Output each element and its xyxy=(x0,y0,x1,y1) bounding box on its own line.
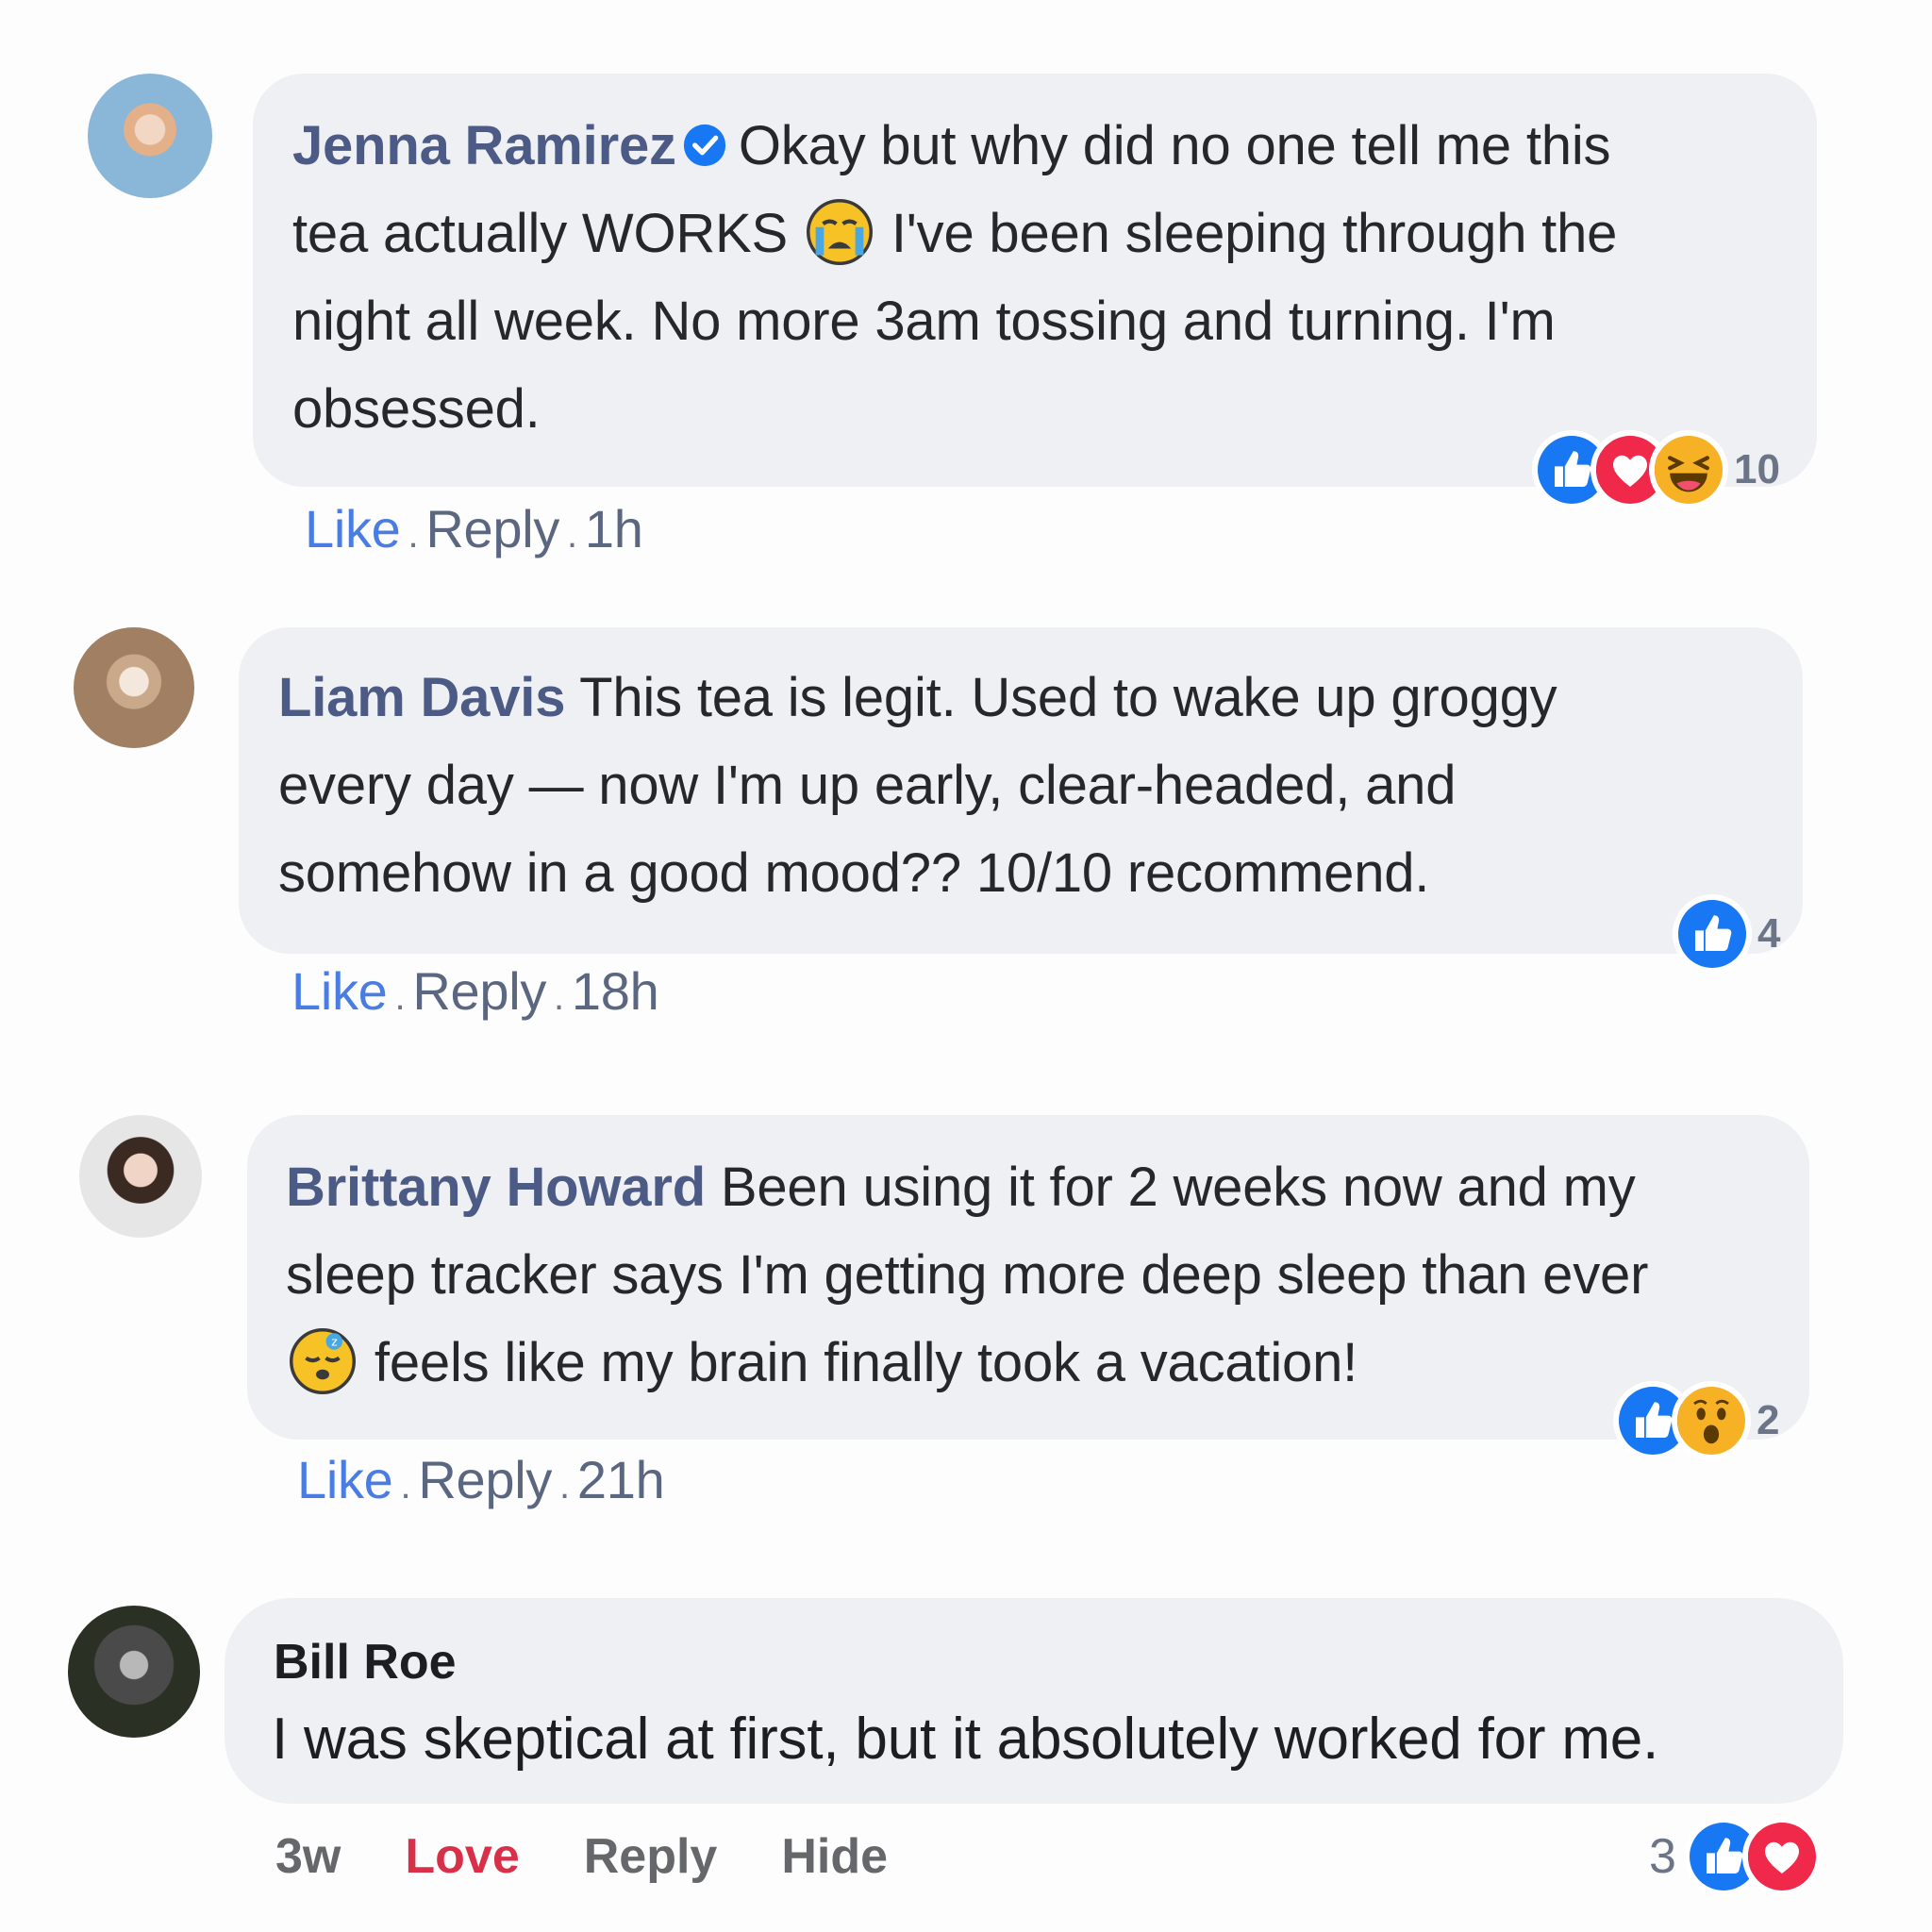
comment-actions: 3w Love Reply Hide xyxy=(275,1828,952,1885)
like-icon xyxy=(1673,894,1752,974)
separator: . xyxy=(559,1465,570,1507)
like-button[interactable]: Like xyxy=(291,961,388,1021)
love-icon xyxy=(1741,1817,1822,1896)
comment-actions: Like. Reply. 21h xyxy=(297,1449,665,1510)
avatar[interactable] xyxy=(88,74,212,198)
wow-icon xyxy=(1672,1381,1751,1460)
timestamp[interactable]: 3w xyxy=(275,1829,341,1884)
love-button[interactable]: Love xyxy=(405,1829,519,1884)
reply-button[interactable]: Reply xyxy=(425,499,559,558)
separator: . xyxy=(408,514,419,556)
reaction-count: 4 xyxy=(1757,910,1781,957)
reaction-summary[interactable]: 4 xyxy=(1673,894,1780,974)
avatar[interactable] xyxy=(79,1115,202,1238)
comment-text-line: night all week. No more 3am tossing and … xyxy=(292,291,1556,352)
verified-badge-icon xyxy=(680,108,729,157)
like-button[interactable]: Like xyxy=(305,499,401,558)
sleeping-face-icon xyxy=(290,1328,356,1394)
separator: . xyxy=(554,976,564,1018)
comment-actions: Like. Reply. 1h xyxy=(305,498,643,559)
reply-button[interactable]: Reply xyxy=(584,1829,718,1884)
comment-actions: Like. Reply. 18h xyxy=(291,960,659,1022)
separator: . xyxy=(400,1465,411,1507)
comment-text: I was skeptical at first, but it absolut… xyxy=(272,1707,1659,1772)
comment-text-line: somehow in a good mood?? 10/10 recommend… xyxy=(278,842,1430,904)
timestamp[interactable]: 1h xyxy=(585,499,643,558)
crying-face-icon xyxy=(807,199,873,265)
reaction-count: 10 xyxy=(1734,446,1780,492)
like-button[interactable]: Like xyxy=(297,1450,393,1509)
reaction-summary[interactable]: 2 xyxy=(1613,1381,1779,1460)
timestamp[interactable]: 21h xyxy=(577,1450,665,1509)
avatar[interactable] xyxy=(68,1606,200,1738)
comment-text-line: This tea is legit. Used to wake up grogg… xyxy=(579,667,1557,728)
comment-text-line: every day — now I'm up early, clear-head… xyxy=(278,755,1457,816)
reply-button[interactable]: Reply xyxy=(412,961,546,1021)
avatar[interactable] xyxy=(74,627,194,748)
reaction-summary[interactable]: 10 xyxy=(1532,430,1780,509)
author-name[interactable]: Bill Roe xyxy=(274,1634,457,1690)
reply-button[interactable]: Reply xyxy=(418,1450,552,1509)
author-name[interactable]: Liam Davis xyxy=(278,667,565,728)
reaction-count: 3 xyxy=(1649,1829,1676,1884)
comment-body: Brittany Howard Been using it for 2 week… xyxy=(286,1143,1795,1407)
comment-text-line: Been using it for 2 weeks now and my xyxy=(720,1157,1636,1218)
laughing-icon xyxy=(1649,430,1728,509)
author-name[interactable]: Brittany Howard xyxy=(286,1157,706,1218)
separator: . xyxy=(394,976,406,1018)
timestamp[interactable]: 18h xyxy=(572,961,659,1021)
reaction-summary[interactable]: 3 xyxy=(1649,1817,1822,1896)
comment-text-line: Okay but why did no one tell me this xyxy=(738,115,1611,176)
author-name[interactable]: Jenna Ramirez xyxy=(292,115,676,176)
separator: . xyxy=(567,514,577,556)
comment-text-line: tea actually WORKS xyxy=(292,203,789,264)
comment-text-line: feels like my brain finally took a vacat… xyxy=(374,1332,1358,1393)
comment-body: Jenna Ramirez Okay but why did no one tel… xyxy=(292,102,1802,453)
hide-button[interactable]: Hide xyxy=(781,1829,888,1884)
comment-body: Liam Davis This tea is legit. Used to wa… xyxy=(278,654,1788,917)
comment-text-line: sleep tracker says I'm getting more deep… xyxy=(286,1244,1649,1306)
comment-text-line: I've been sleeping through the xyxy=(891,203,1618,264)
comment-bubble xyxy=(225,1598,1843,1804)
reaction-count: 2 xyxy=(1757,1397,1780,1443)
